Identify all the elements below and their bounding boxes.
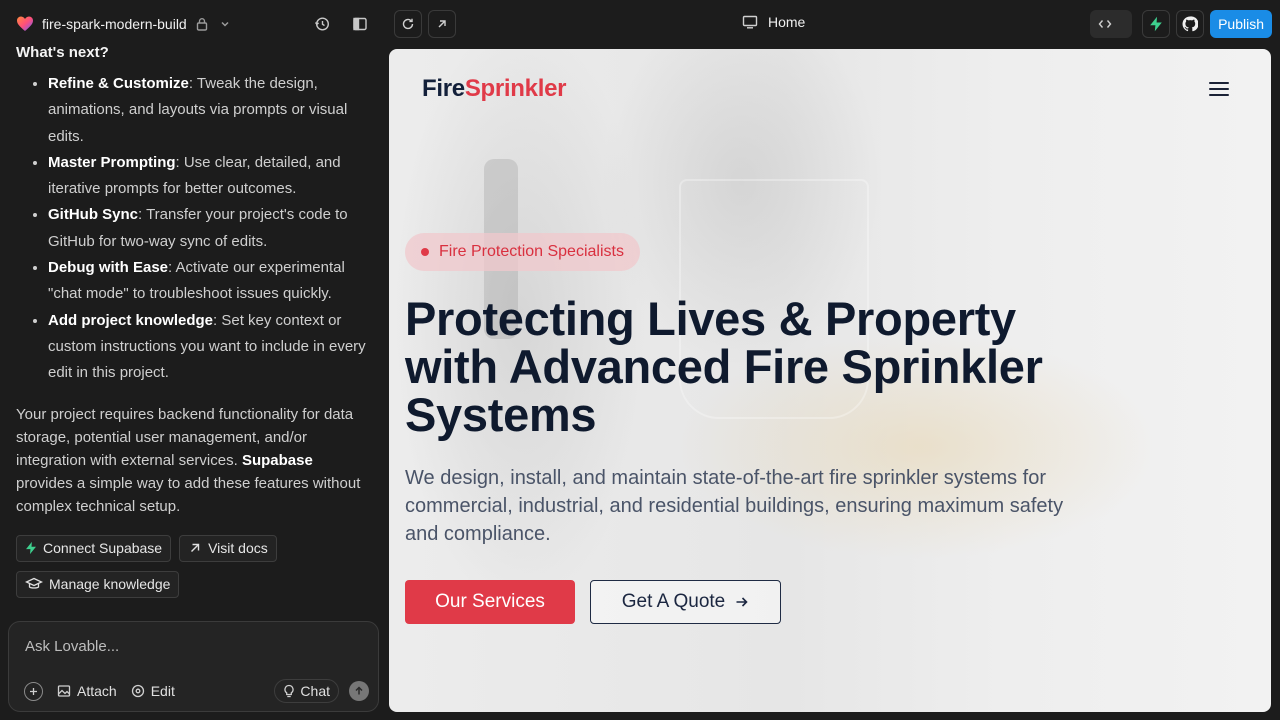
- add-button[interactable]: [24, 681, 43, 701]
- chat-mode-button[interactable]: Chat: [274, 679, 339, 703]
- chat-panel: What's next? Refine & Customize: Tweak t…: [0, 40, 388, 620]
- chip-label: Connect Supabase: [43, 540, 163, 557]
- chat-heading: What's next?: [16, 44, 109, 61]
- backend-message: Your project requires backend functional…: [16, 403, 372, 519]
- lightbulb-icon: [284, 684, 295, 698]
- edit-button[interactable]: Edit: [131, 683, 175, 699]
- connect-supabase-button[interactable]: Connect Supabase: [16, 534, 172, 562]
- lock-icon: [195, 17, 209, 31]
- list-item: Debug with Ease: Activate our experiment…: [48, 255, 372, 308]
- list-item: Refine & Customize: Tweak the design, an…: [48, 71, 372, 150]
- list-item-title: Add project knowledge: [48, 311, 214, 329]
- next-steps-list: Refine & Customize: Tweak the design, an…: [16, 71, 372, 387]
- hero-subtitle: We design, install, and maintain state-o…: [405, 467, 1064, 545]
- hero-badge: Fire Protection Specialists: [405, 233, 640, 271]
- arrow-up-right-icon: [191, 543, 200, 553]
- logo-part2: Sprinkler: [464, 75, 567, 102]
- sidebar-toggle-icon[interactable]: [352, 16, 368, 32]
- button-label: Our Services: [435, 591, 545, 612]
- arrow-up-right-icon: [438, 20, 446, 28]
- list-item: GitHub Sync: Transfer your project's cod…: [48, 202, 372, 255]
- plus-icon: [30, 687, 37, 695]
- manage-knowledge-button[interactable]: Manage knowledge: [16, 570, 180, 598]
- badge-dot: [421, 248, 429, 256]
- hamburger-menu-icon[interactable]: [1209, 80, 1229, 98]
- our-services-button[interactable]: Our Services: [405, 580, 575, 624]
- project-name[interactable]: fire-spark-modern-build: [42, 16, 187, 32]
- attach-button[interactable]: Attach: [57, 683, 117, 699]
- graduation-cap-icon: [25, 577, 43, 589]
- prompt-input[interactable]: [25, 638, 355, 655]
- chat-label: Chat: [300, 683, 330, 699]
- preview-toolbar: Home Publish: [388, 0, 1280, 48]
- github-button[interactable]: [1176, 10, 1205, 38]
- badge-label: Fire Protection Specialists: [439, 243, 624, 260]
- supabase-bolt-icon: [26, 541, 36, 555]
- button-label: Get A Quote: [621, 591, 726, 612]
- visit-docs-button[interactable]: Visit docs: [179, 534, 277, 562]
- site-logo[interactable]: FireSprinkler: [422, 75, 566, 103]
- edit-label: Edit: [150, 683, 175, 699]
- code-icon: [1098, 20, 1112, 28]
- list-item-title: GitHub Sync: [48, 206, 139, 224]
- page-selector[interactable]: Home: [742, 14, 805, 30]
- lovable-heart-icon[interactable]: [16, 15, 34, 33]
- monitor-icon: [742, 15, 758, 29]
- supabase-mention: Supabase: [241, 451, 313, 469]
- site-preview: FireSprinkler Fire Protection Specialist…: [389, 49, 1271, 712]
- open-external-button[interactable]: [428, 10, 456, 38]
- chip-label: Visit docs: [208, 540, 268, 557]
- code-view-toggle[interactable]: [1090, 10, 1133, 38]
- publish-button[interactable]: Publish: [1210, 10, 1272, 38]
- refresh-icon: [402, 18, 414, 30]
- arrow-up-icon: [355, 686, 363, 695]
- image-icon: [57, 685, 71, 697]
- action-chips-row2: Manage knowledge: [16, 570, 372, 598]
- composer-toolbar: Attach Edit Chat: [24, 679, 369, 703]
- app-window: fire-spark-modern-build Home Publish Wha…: [0, 0, 1280, 720]
- list-item-title: Debug with Ease: [48, 259, 169, 277]
- chevron-down-icon[interactable]: [219, 18, 231, 30]
- hero-title: Protecting Lives & Property with Advance…: [405, 292, 1043, 441]
- target-icon: [131, 684, 144, 698]
- list-item-title: Refine & Customize: [48, 75, 189, 92]
- attach-label: Attach: [77, 683, 117, 699]
- send-button[interactable]: [349, 681, 369, 701]
- history-icon[interactable]: [314, 16, 330, 32]
- supabase-button[interactable]: [1142, 10, 1171, 38]
- backend-text-cont: provides a simple way to add these featu…: [16, 475, 361, 516]
- page-label: Home: [768, 14, 806, 30]
- list-item: Add project knowledge: Set key context o…: [48, 308, 372, 387]
- list-item: Master Prompting: Use clear, detailed, a…: [48, 150, 372, 203]
- chip-label: Manage knowledge: [49, 576, 171, 593]
- github-icon: [1182, 16, 1199, 32]
- arrow-right-icon: [736, 597, 748, 607]
- prompt-composer: Attach Edit Chat: [8, 621, 379, 712]
- refresh-button[interactable]: [394, 10, 422, 38]
- supabase-bolt-icon: [1150, 16, 1162, 32]
- logo-part1: Fire: [422, 75, 465, 102]
- list-item-title: Master Prompting: [48, 153, 176, 171]
- get-quote-button[interactable]: Get A Quote: [590, 580, 781, 624]
- action-chips: Connect Supabase Visit docs: [16, 534, 372, 562]
